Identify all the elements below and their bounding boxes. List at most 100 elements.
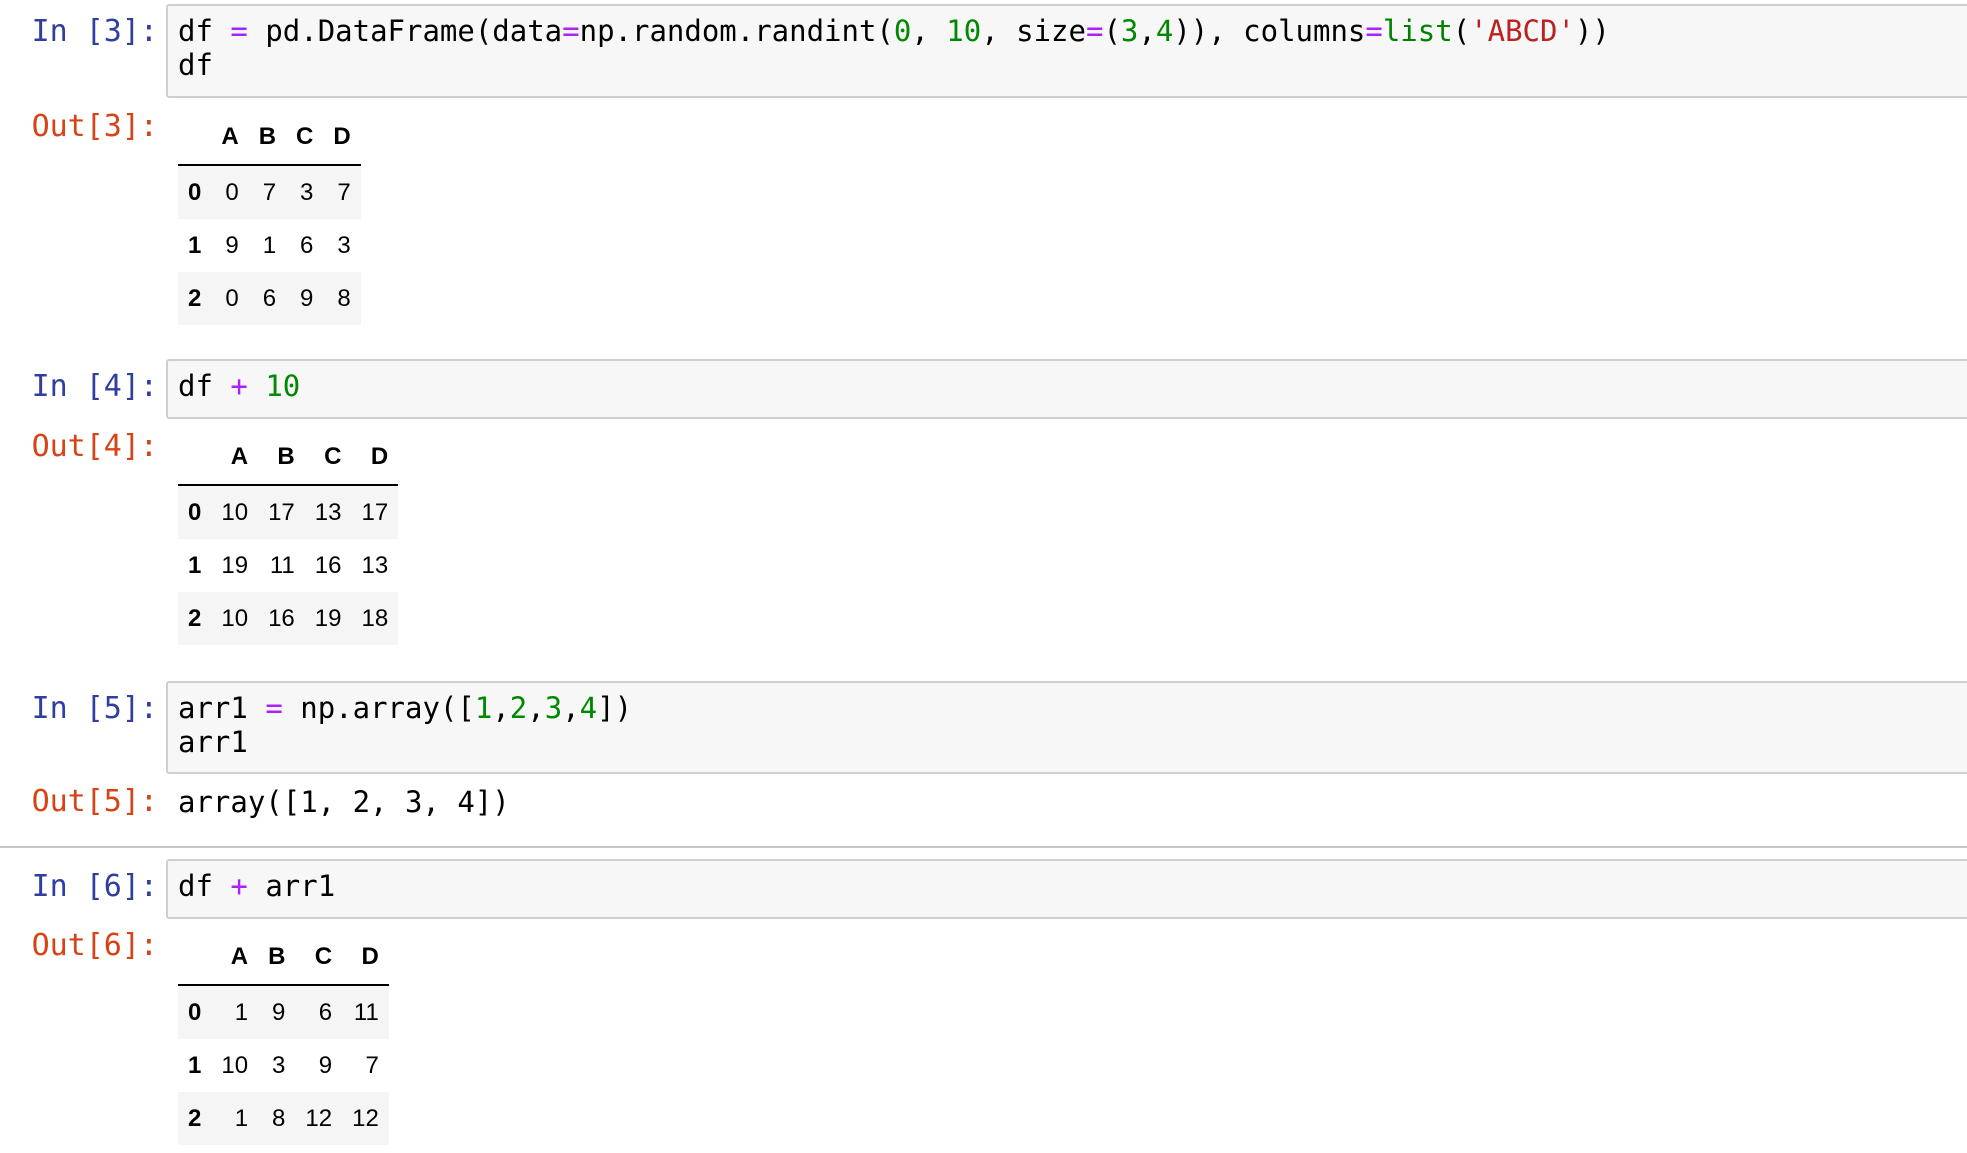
code-token: 2 bbox=[509, 691, 528, 725]
code-token: np.array([ bbox=[282, 691, 475, 725]
table-cell: 8 bbox=[272, 1104, 286, 1132]
code-token: = bbox=[230, 14, 248, 48]
code-token: arr1 bbox=[178, 691, 266, 725]
code-token: list bbox=[1382, 14, 1453, 48]
code-token: df bbox=[178, 48, 213, 82]
table-cell: 8 bbox=[337, 284, 351, 312]
array-output: array([1, 2, 3, 4]) bbox=[178, 785, 510, 819]
code-input-area[interactable]: df = pd.DataFrame(data=np.random.randint… bbox=[166, 4, 1967, 98]
output-prompt: Out[4]: bbox=[31, 429, 158, 464]
code-token: , bbox=[911, 14, 947, 48]
table-cell: 10 bbox=[221, 604, 249, 632]
table-cell: 6 bbox=[318, 998, 333, 1026]
table-cell: 7 bbox=[365, 1051, 379, 1079]
code-token: ( bbox=[1452, 14, 1471, 48]
code-token: df bbox=[178, 14, 231, 48]
code-token: = bbox=[562, 14, 580, 48]
code-line: df + 10 bbox=[178, 369, 1959, 403]
table-row: 0 10 17 13 17 bbox=[178, 485, 399, 539]
table-cell: 0 bbox=[225, 284, 239, 312]
table-cell: 16 bbox=[314, 551, 342, 579]
code-token: 3 bbox=[544, 691, 563, 725]
code-token: df bbox=[178, 869, 231, 903]
code-token: )) bbox=[1574, 14, 1610, 48]
cell-separator bbox=[0, 846, 1967, 848]
code-token: 'ABCD' bbox=[1470, 14, 1575, 48]
code-token: pd.DataFrame(data bbox=[247, 14, 563, 48]
table-cell: 6 bbox=[262, 284, 277, 312]
table-row: 00737 bbox=[178, 165, 361, 219]
dataframe-output: ABCD007371916320698 bbox=[178, 110, 361, 325]
code-token: + bbox=[230, 369, 248, 403]
table-cell: 0 bbox=[225, 178, 239, 206]
index-header bbox=[178, 430, 212, 486]
code-token: df bbox=[178, 369, 231, 403]
dataframe-table: A B C D 0 1 9 6 11 1 10 3 9 7 2 1 8 12 12 bbox=[178, 930, 389, 1145]
table-cell: 13 bbox=[361, 551, 389, 579]
table-cell: 3 bbox=[337, 231, 351, 259]
table-cell: 6 bbox=[300, 231, 314, 259]
table-cell: 1 bbox=[262, 231, 277, 259]
table-row: 1 19 11 16 13 bbox=[178, 539, 398, 592]
input-prompt: In [5]: bbox=[31, 691, 158, 726]
header-row: ABCD bbox=[178, 930, 389, 986]
row-index: 1 bbox=[188, 551, 202, 579]
row-index: 2 bbox=[188, 284, 202, 312]
column-header: B bbox=[248, 110, 287, 166]
table-cell: 13 bbox=[314, 498, 342, 526]
row-index: 2 bbox=[188, 604, 202, 632]
column-header: A bbox=[211, 430, 259, 486]
code-line: arr1 = np.array([1,2,3,4]) bbox=[178, 691, 1959, 725]
table-cell: 19 bbox=[314, 604, 342, 632]
code-token: 10 bbox=[946, 14, 982, 48]
code-line: df = pd.DataFrame(data=np.random.randint… bbox=[178, 14, 1959, 48]
code-token: , bbox=[1138, 14, 1156, 48]
dataframe-output: A B C D 0 10 17 13 17 1 19 11 16 13 2 10 16 19 18 bbox=[178, 430, 399, 645]
code-token: 10 bbox=[265, 369, 301, 403]
column-header: D bbox=[342, 930, 389, 986]
code-token: = bbox=[265, 691, 283, 725]
table-cell: 19 bbox=[221, 551, 249, 579]
index-header bbox=[178, 930, 212, 986]
row-index: 0 bbox=[188, 498, 202, 526]
code-token: = bbox=[1365, 14, 1383, 48]
code-line: arr1 bbox=[178, 725, 1959, 759]
table-cell: 17 bbox=[268, 498, 295, 526]
column-header: B bbox=[258, 430, 305, 486]
column-header: A bbox=[211, 930, 259, 986]
dataframe-output: A B C D 0 1 9 6 11 1 10 3 9 7 2 1 8 12 12 bbox=[178, 930, 389, 1145]
dataframe-table: ABCD007371916320698 bbox=[178, 110, 361, 325]
code-token: = bbox=[1085, 14, 1104, 48]
code-token: ( bbox=[1103, 14, 1121, 48]
code-input-area[interactable]: arr1 = np.array([1,2,3,4]) arr1 bbox=[166, 681, 1967, 774]
table-cell: 18 bbox=[361, 604, 389, 632]
code-line: df bbox=[178, 48, 1959, 82]
column-header: C bbox=[295, 930, 343, 986]
table-cell: 3 bbox=[300, 178, 314, 206]
code-token: 4 bbox=[1155, 14, 1174, 48]
code-line: df + arr1 bbox=[178, 869, 1959, 903]
column-header: D bbox=[323, 110, 361, 166]
header-row: ABCD bbox=[178, 430, 399, 486]
code-input-area[interactable]: df + 10 bbox=[166, 359, 1967, 419]
output-prompt: Out[5]: bbox=[31, 784, 158, 819]
output-prompt: Out[6]: bbox=[31, 928, 158, 963]
code-token: arr1 bbox=[247, 869, 336, 903]
column-header: C bbox=[286, 110, 324, 166]
table-row: 19163 bbox=[178, 219, 361, 272]
row-index: 0 bbox=[188, 178, 202, 206]
table-cell: 9 bbox=[318, 1051, 333, 1079]
code-token: , size bbox=[981, 14, 1086, 48]
row-index: 1 bbox=[188, 1051, 202, 1079]
table-cell: 7 bbox=[262, 178, 277, 206]
code-input-area[interactable]: df + arr1 bbox=[166, 859, 1967, 919]
table-cell: 3 bbox=[272, 1051, 286, 1079]
code-token: 0 bbox=[893, 14, 912, 48]
column-header: A bbox=[211, 110, 249, 166]
input-prompt: In [3]: bbox=[31, 14, 158, 49]
table-row: 2 10 16 19 18 bbox=[178, 592, 399, 645]
row-index: 2 bbox=[188, 1104, 202, 1132]
table-cell: 10 bbox=[221, 498, 249, 526]
table-cell: 9 bbox=[225, 231, 239, 259]
